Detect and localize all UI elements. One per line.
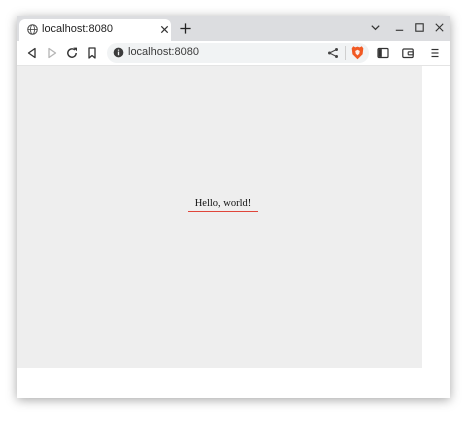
maximize-icon[interactable] xyxy=(413,21,426,34)
close-window-icon[interactable] xyxy=(433,21,446,34)
page-viewport: Hello, world! xyxy=(17,66,450,398)
back-icon[interactable] xyxy=(25,46,39,60)
close-icon[interactable] xyxy=(159,24,170,35)
hello-text: Hello, world! xyxy=(194,198,252,209)
reload-icon[interactable] xyxy=(65,46,79,60)
page-canvas: Hello, world! xyxy=(17,66,422,368)
wallet-icon[interactable] xyxy=(401,46,415,60)
globe-icon xyxy=(27,24,38,35)
hello-underline xyxy=(188,211,258,212)
sidebar-icon[interactable] xyxy=(376,46,390,60)
bookmark-icon[interactable] xyxy=(85,46,99,60)
omnibox-divider xyxy=(345,46,346,60)
info-icon[interactable] xyxy=(113,47,124,58)
browser-window: localhost:8080 localhost:8080 Hello, wor… xyxy=(17,16,450,398)
plus-icon[interactable] xyxy=(179,22,192,35)
tab-localhost[interactable]: localhost:8080 xyxy=(19,19,171,41)
url-text[interactable]: localhost:8080 xyxy=(128,46,199,59)
share-icon[interactable] xyxy=(327,47,339,59)
forward-icon[interactable] xyxy=(45,46,59,60)
menu-icon[interactable] xyxy=(428,46,442,60)
minimize-icon[interactable] xyxy=(393,21,406,34)
toolbar: localhost:8080 xyxy=(17,41,450,66)
chevron-down-icon[interactable] xyxy=(369,21,382,34)
brave-shields-icon[interactable] xyxy=(351,45,364,60)
tab-strip: localhost:8080 xyxy=(17,16,450,41)
tab-title: localhost:8080 xyxy=(42,23,113,35)
address-bar[interactable]: localhost:8080 xyxy=(107,43,369,63)
